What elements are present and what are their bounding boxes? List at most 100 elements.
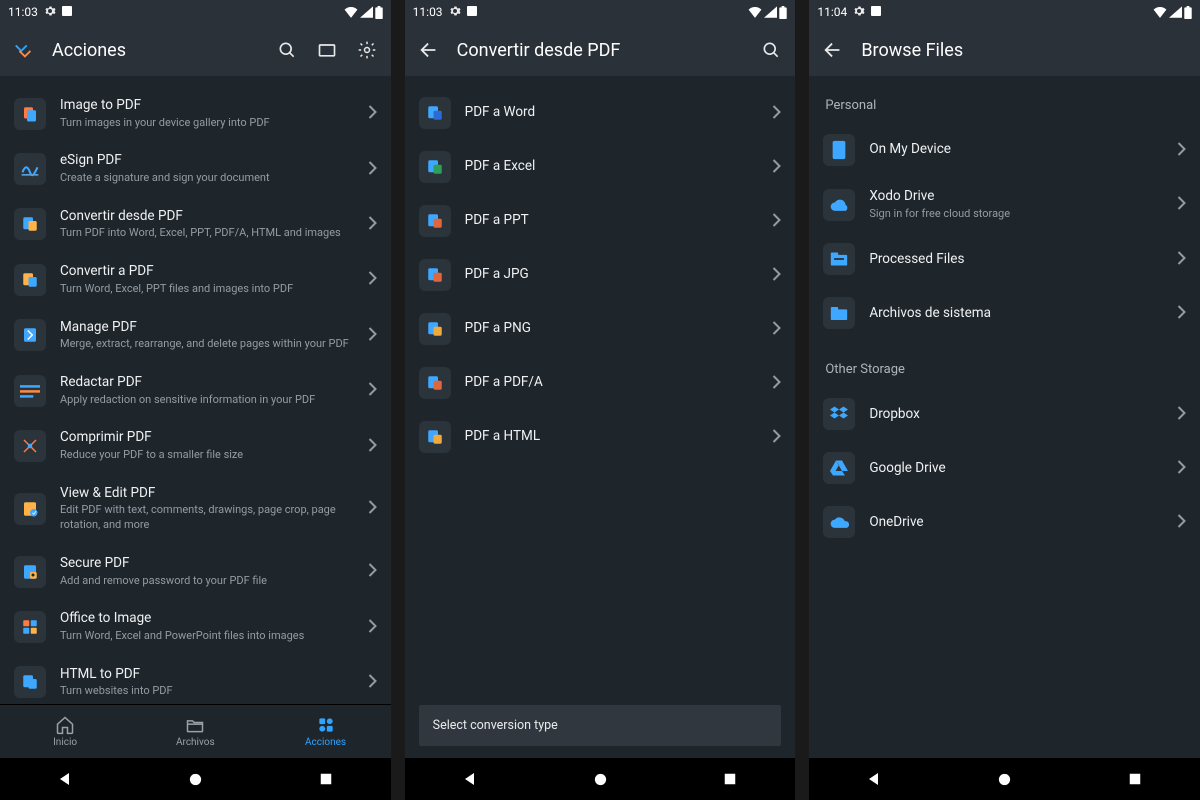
list-item-2[interactable]: PDF a PPT bbox=[405, 194, 796, 248]
square-icon bbox=[871, 5, 881, 19]
search-icon[interactable] bbox=[759, 38, 783, 62]
app-bar: Convertir desde PDF bbox=[405, 24, 796, 76]
chevron-right-icon bbox=[1177, 459, 1186, 478]
status-time: 11:03 bbox=[8, 5, 38, 19]
item-text: PDF a PDF/A bbox=[465, 374, 759, 392]
item-icon bbox=[14, 153, 46, 185]
content-area[interactable]: Image to PDFTurn images in your device g… bbox=[0, 76, 391, 704]
item-text: Google Drive bbox=[869, 460, 1163, 478]
gear-icon bbox=[853, 5, 865, 20]
sysnav-home-icon[interactable] bbox=[996, 770, 1014, 788]
list-item-7[interactable]: View & Edit PDFEdit PDF with text, comme… bbox=[0, 474, 391, 544]
square-icon bbox=[467, 5, 477, 19]
item-icon bbox=[14, 264, 46, 296]
content-area[interactable]: PersonalOn My DeviceXodo DriveSign in fo… bbox=[809, 76, 1200, 758]
item-label: PDF a PPT bbox=[465, 212, 759, 230]
item-sublabel: Turn Word, Excel and PowerPoint files in… bbox=[60, 629, 354, 644]
tab-inicio[interactable]: Inicio bbox=[0, 705, 130, 758]
status-bar: 11:03 bbox=[405, 0, 796, 24]
item-icon bbox=[14, 666, 46, 698]
sysnav-back-icon[interactable] bbox=[56, 770, 74, 788]
list-item-o0[interactable]: Dropbox bbox=[809, 387, 1200, 441]
item-text: Secure PDFAdd and remove password to you… bbox=[60, 555, 354, 588]
phone-screen-acciones: 11:03 Acciones Image to PDFTurn images i… bbox=[0, 0, 391, 800]
sysnav-back-icon[interactable] bbox=[865, 770, 883, 788]
item-icon bbox=[419, 259, 451, 291]
list-item-3[interactable]: PDF a JPG bbox=[405, 248, 796, 302]
list-item-4[interactable]: Manage PDFMerge, extract, rearrange, and… bbox=[0, 308, 391, 363]
list-item-p0[interactable]: On My Device bbox=[809, 123, 1200, 177]
item-label: PDF a HTML bbox=[465, 428, 759, 446]
list-item-2[interactable]: Convertir desde PDFTurn PDF into Word, E… bbox=[0, 197, 391, 252]
item-icon bbox=[823, 452, 855, 484]
item-icon bbox=[419, 205, 451, 237]
app-logo-icon bbox=[12, 38, 36, 62]
back-icon[interactable] bbox=[821, 38, 845, 62]
tab-acciones[interactable]: Acciones bbox=[260, 705, 390, 758]
list-item-p2[interactable]: Processed Files bbox=[809, 232, 1200, 286]
item-label: eSign PDF bbox=[60, 152, 354, 170]
gear-icon bbox=[44, 5, 56, 20]
list-item-9[interactable]: Office to ImageTurn Word, Excel and Powe… bbox=[0, 599, 391, 654]
list-item-6[interactable]: PDF a HTML bbox=[405, 410, 796, 464]
back-icon[interactable] bbox=[417, 38, 441, 62]
signal-icon bbox=[764, 6, 777, 18]
wifi-icon bbox=[748, 6, 762, 18]
item-icon bbox=[419, 151, 451, 183]
item-text: PDF a PNG bbox=[465, 320, 759, 338]
sysnav-back-icon[interactable] bbox=[461, 770, 479, 788]
content-area[interactable]: PDF a WordPDF a Excel PDF a PPT PDF a JPG P… bbox=[405, 76, 796, 758]
list-item-o1[interactable]: Google Drive bbox=[809, 441, 1200, 495]
list-item-8[interactable]: Secure PDFAdd and remove password to you… bbox=[0, 544, 391, 599]
item-label: Image to PDF bbox=[60, 97, 354, 115]
signal-icon bbox=[1169, 6, 1182, 18]
item-label: Redactar PDF bbox=[60, 374, 354, 392]
status-bar: 11:03 bbox=[0, 0, 391, 24]
sysnav-home-icon[interactable] bbox=[186, 770, 204, 788]
item-label: OneDrive bbox=[869, 514, 1163, 532]
item-text: PDF a PPT bbox=[465, 212, 759, 230]
item-sublabel: Turn Word, Excel, PPT files and images i… bbox=[60, 282, 354, 297]
item-icon bbox=[823, 243, 855, 275]
item-label: Xodo Drive bbox=[869, 188, 1163, 206]
list-item-1[interactable]: PDF a Excel bbox=[405, 140, 796, 194]
list-item-6[interactable]: Comprimir PDFReduce your PDF to a smalle… bbox=[0, 418, 391, 473]
sysnav-recent-icon[interactable] bbox=[317, 770, 335, 788]
item-label: HTML to PDF bbox=[60, 666, 354, 684]
item-text: Comprimir PDFReduce your PDF to a smalle… bbox=[60, 429, 354, 462]
chevron-right-icon bbox=[1177, 304, 1186, 323]
chevron-right-icon bbox=[368, 381, 377, 400]
chevron-right-icon bbox=[368, 618, 377, 637]
list-item-0[interactable]: PDF a Word bbox=[405, 86, 796, 140]
list-item-5[interactable]: PDF a PDF/A bbox=[405, 356, 796, 410]
list-item-10[interactable]: HTML to PDFTurn websites into PDF bbox=[0, 655, 391, 704]
item-text: Processed Files bbox=[869, 251, 1163, 269]
item-sublabel: Create a signature and sign your documen… bbox=[60, 171, 354, 186]
search-icon[interactable] bbox=[275, 38, 299, 62]
list-item-4[interactable]: PDF a PNG bbox=[405, 302, 796, 356]
tab-archivos[interactable]: Archivos bbox=[130, 705, 260, 758]
sysnav-home-icon[interactable] bbox=[591, 770, 609, 788]
item-label: PDF a JPG bbox=[465, 266, 759, 284]
folder-icon[interactable] bbox=[315, 38, 339, 62]
system-nav-bar bbox=[405, 758, 796, 800]
list-item-3[interactable]: Convertir a PDFTurn Word, Excel, PPT fil… bbox=[0, 252, 391, 307]
sysnav-recent-icon[interactable] bbox=[721, 770, 739, 788]
chevron-right-icon bbox=[368, 270, 377, 289]
item-label: View & Edit PDF bbox=[60, 485, 354, 503]
list-item-1[interactable]: eSign PDFCreate a signature and sign you… bbox=[0, 141, 391, 196]
list-item-o2[interactable]: OneDrive bbox=[809, 495, 1200, 549]
toast-message: Select conversion type bbox=[419, 705, 782, 746]
section-header-personal: Personal bbox=[809, 76, 1200, 123]
item-icon bbox=[14, 493, 46, 525]
status-time: 11:04 bbox=[817, 5, 847, 19]
list-item-p3[interactable]: Archivos de sistema bbox=[809, 286, 1200, 340]
tab-label: Acciones bbox=[305, 737, 346, 748]
item-sublabel: Apply redaction on sensitive information… bbox=[60, 393, 354, 408]
list-item-0[interactable]: Image to PDFTurn images in your device g… bbox=[0, 86, 391, 141]
list-item-p1[interactable]: Xodo DriveSign in for free cloud storage bbox=[809, 177, 1200, 232]
item-text: OneDrive bbox=[869, 514, 1163, 532]
sysnav-recent-icon[interactable] bbox=[1126, 770, 1144, 788]
list-item-5[interactable]: Redactar PDFApply redaction on sensitive… bbox=[0, 363, 391, 418]
settings-icon[interactable] bbox=[355, 38, 379, 62]
